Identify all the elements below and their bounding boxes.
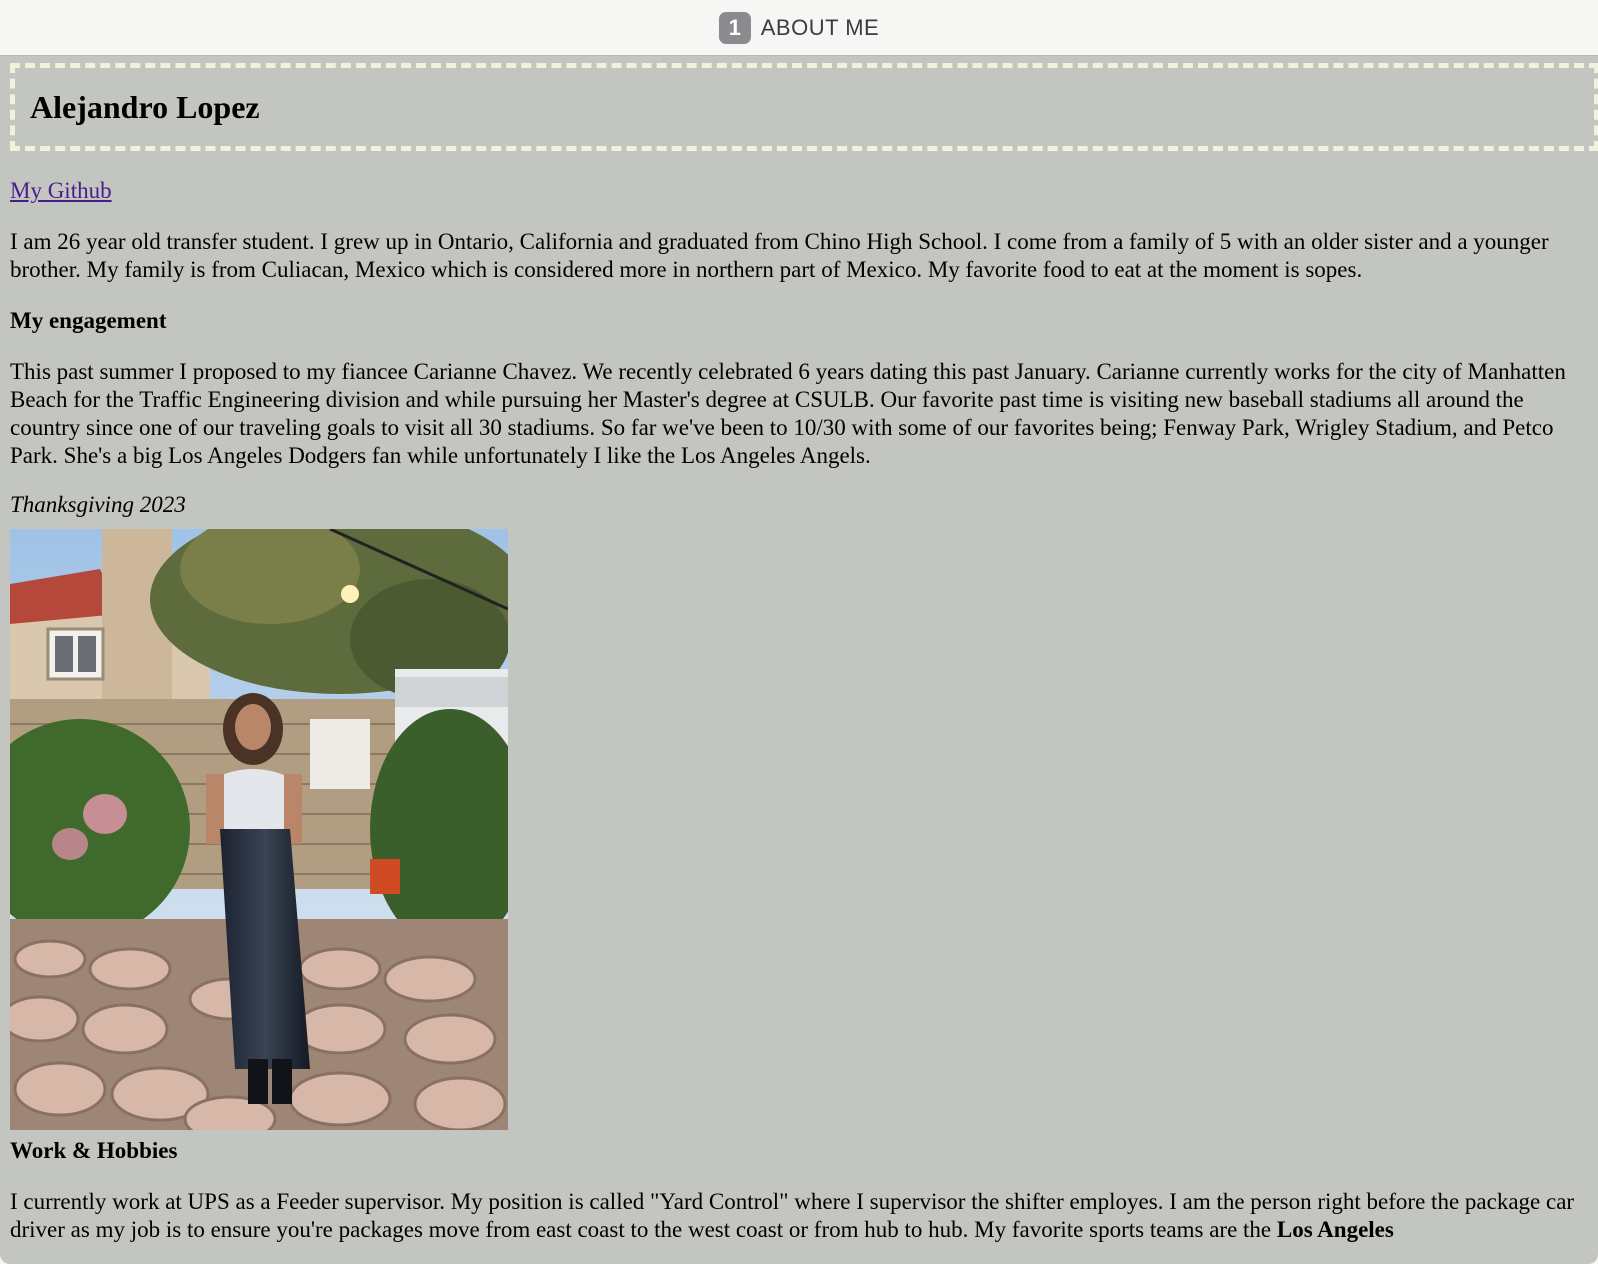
github-link[interactable]: My Github	[10, 178, 112, 203]
browser-window: 1 ABOUT ME Alejandro Lopez My Github I a…	[0, 0, 1598, 1264]
page-title: Alejandro Lopez	[30, 88, 260, 125]
work-heading: Work & Hobbies	[10, 1138, 178, 1163]
tab-about-me[interactable]: 1 ABOUT ME	[718, 11, 880, 44]
intro-paragraph: I am 26 year old transfer student. I gre…	[10, 229, 1549, 282]
photo-caption: Thanksgiving 2023	[10, 492, 186, 517]
header-box: Alejandro Lopez	[10, 63, 1598, 151]
engagement-heading: My engagement	[10, 308, 167, 333]
tab-title: ABOUT ME	[760, 14, 880, 40]
engagement-paragraph: This past summer I proposed to my fiance…	[10, 359, 1566, 468]
thanksgiving-photo	[10, 529, 508, 1130]
work-text-bold: Los Angeles	[1276, 1217, 1394, 1242]
github-paragraph: My Github	[10, 177, 1590, 205]
page-content[interactable]: Alejandro Lopez My Github I am 26 year o…	[0, 56, 1598, 1264]
work-paragraph: I currently work at UPS as a Feeder supe…	[10, 1188, 1590, 1244]
tab-bar: 1 ABOUT ME	[0, 0, 1598, 56]
tab-number-badge: 1	[718, 11, 751, 44]
